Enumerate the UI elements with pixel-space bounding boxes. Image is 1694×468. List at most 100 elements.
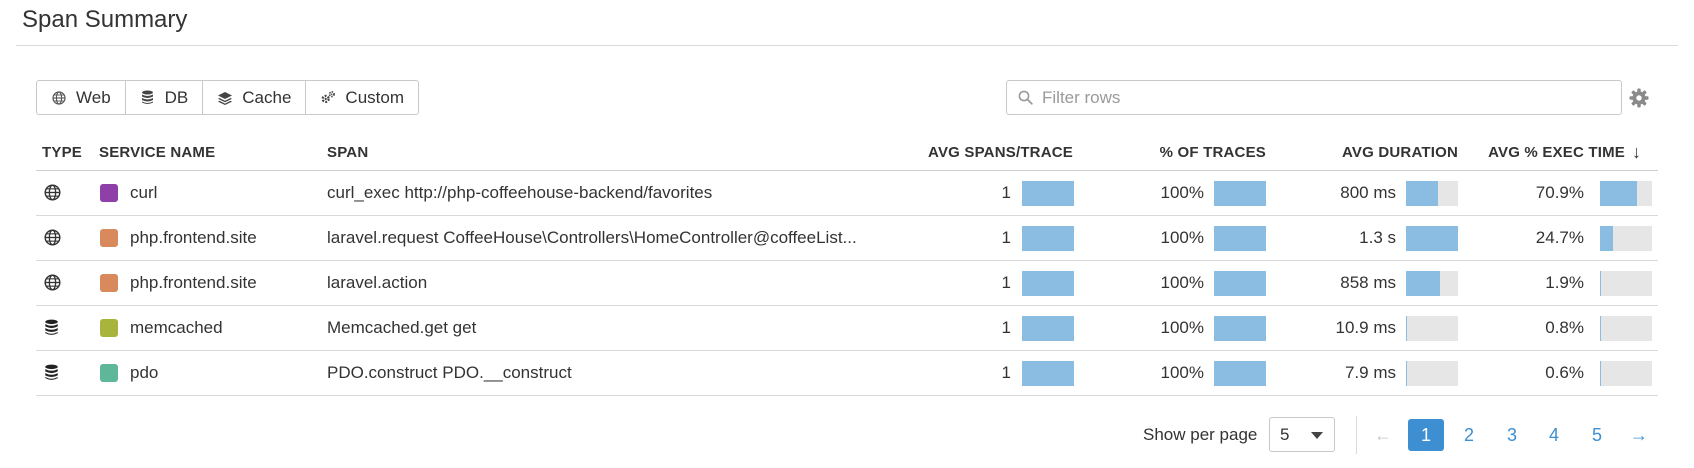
avg-exec-bar [1600,181,1652,206]
span-name-cell[interactable]: laravel.request CoffeeHouse\Controllers\… [327,216,927,260]
page-3-button[interactable]: 3 [1494,419,1530,451]
type-cell [44,306,74,350]
pagination-divider [1356,416,1357,454]
table-row[interactable]: memcached Memcached.get get 1 100% 10.9 ms 0.… [36,306,1658,351]
column-header-avg-spans-trace[interactable]: AVG SPANS/TRACE [928,144,1073,161]
layers-icon [217,90,233,106]
pct-traces-value: 100% [1160,318,1204,337]
avg-duration-bar [1406,226,1458,251]
filter-cache-label: Cache [242,87,292,107]
avg-duration-bar [1406,181,1458,206]
span-name: laravel.request CoffeeHouse\Controllers\… [327,228,857,247]
pct-traces-bar-fill [1214,226,1266,251]
filter-web-label: Web [76,87,111,107]
service-name: php.frontend.site [130,228,257,247]
avg-spans-value: 1 [1001,363,1011,382]
globe-icon [44,184,62,202]
span-type-filter-group: Web DB Cache Custom [36,80,419,115]
avg-duration-bar-fill [1406,181,1439,206]
pct-traces-bar-fill [1214,271,1266,296]
avg-duration-bar [1406,271,1458,296]
pct-traces-bar [1214,361,1266,386]
type-cell [44,351,74,395]
avg-spans-bar-fill [1022,181,1074,206]
avg-spans-bar-fill [1022,316,1074,341]
avg-exec-bar [1600,226,1652,251]
column-header-type[interactable]: TYPE [42,144,82,161]
page-1-button[interactable]: 1 [1408,419,1444,451]
pct-traces-bar-fill [1214,361,1266,386]
show-per-page-label: Show per page [1143,425,1258,444]
column-header-avg-duration[interactable]: AVG DURATION [1342,144,1458,161]
page-4-button[interactable]: 4 [1536,419,1572,451]
span-name-cell[interactable]: PDO.construct PDO.__construct [327,351,927,395]
avg-exec-bar-fill [1600,316,1602,341]
avg-duration-bar-fill [1406,226,1458,251]
avg-duration-value: 858 ms [1340,273,1396,292]
filter-db-label: DB [164,87,189,107]
prev-page-arrow[interactable]: ← [1365,419,1401,451]
filter-rows-search [1006,80,1622,115]
column-header-pct-traces[interactable]: % OF TRACES [1160,144,1266,161]
table-row[interactable]: php.frontend.site laravel.request CoffeeH… [36,216,1658,261]
pct-traces-value: 100% [1160,273,1204,292]
table-row[interactable]: php.frontend.site laravel.action 1 100% 858 … [36,261,1658,306]
avg-duration-bar [1406,316,1458,341]
search-icon [1018,90,1034,106]
filter-custom-button[interactable]: Custom [306,81,418,114]
service-name-cell[interactable]: php.frontend.site [100,216,320,260]
avg-spans-bar-fill [1022,226,1074,251]
pct-traces-bar [1214,271,1266,296]
column-header-service-name[interactable]: SERVICE NAME [99,144,215,161]
sort-desc-arrow-icon[interactable]: ↓ [1632,142,1641,163]
pct-traces-bar [1214,181,1266,206]
avg-exec-bar [1600,271,1652,296]
avg-exec-bar-fill [1600,181,1637,206]
pct-traces-value: 100% [1160,183,1204,202]
avg-spans-value: 1 [1001,318,1011,337]
per-page-value: 5 [1280,424,1290,444]
avg-exec-value: 24.7% [1535,228,1584,247]
pct-traces-bar-fill [1214,316,1266,341]
span-name: curl_exec http://php-coffeehouse-backend… [327,183,713,202]
pct-traces-value: 100% [1160,228,1204,247]
filter-db-button[interactable]: DB [126,81,204,114]
avg-exec-value: 0.6% [1545,363,1584,382]
globe-icon [44,229,62,247]
span-name: laravel.action [327,273,428,292]
column-header-avg-exec-time[interactable]: AVG % EXEC TIME [1488,144,1625,161]
service-name-cell[interactable]: curl [100,171,320,215]
service-name: curl [130,183,158,202]
service-name-cell[interactable]: pdo [100,351,320,395]
caret-down-icon [1311,432,1323,439]
service-color-swatch [100,319,118,337]
avg-spans-bar-fill [1022,271,1074,296]
avg-spans-bar [1022,181,1074,206]
page-2-button[interactable]: 2 [1451,419,1487,451]
avg-duration-value: 800 ms [1340,183,1396,202]
span-name-cell[interactable]: curl_exec http://php-coffeehouse-backend… [327,171,927,215]
filter-web-button[interactable]: Web [37,81,126,114]
service-color-swatch [100,184,118,202]
avg-exec-bar [1600,316,1652,341]
avg-spans-bar [1022,271,1074,296]
pct-traces-bar [1214,226,1266,251]
span-name-cell[interactable]: Memcached.get get [327,306,927,350]
service-color-swatch [100,274,118,292]
table-row[interactable]: pdo PDO.construct PDO.__construct 1 100% 7.9… [36,351,1658,396]
service-name-cell[interactable]: memcached [100,306,320,350]
service-name: php.frontend.site [130,273,257,292]
gear-icon[interactable] [1628,87,1650,109]
column-header-span[interactable]: SPAN [327,144,368,161]
table-row[interactable]: curl curl_exec http://php-coffeehouse-bac… [36,171,1658,216]
avg-exec-bar-fill [1600,361,1602,386]
page-5-button[interactable]: 5 [1579,419,1615,451]
next-page-arrow[interactable]: → [1621,419,1657,451]
filter-cache-button[interactable]: Cache [203,81,307,114]
per-page-select[interactable]: 5 [1269,417,1335,452]
filter-rows-input[interactable] [1042,87,1602,108]
service-name-cell[interactable]: php.frontend.site [100,261,320,305]
pct-traces-value: 100% [1160,363,1204,382]
span-name-cell[interactable]: laravel.action [327,261,927,305]
service-color-swatch [100,364,118,382]
